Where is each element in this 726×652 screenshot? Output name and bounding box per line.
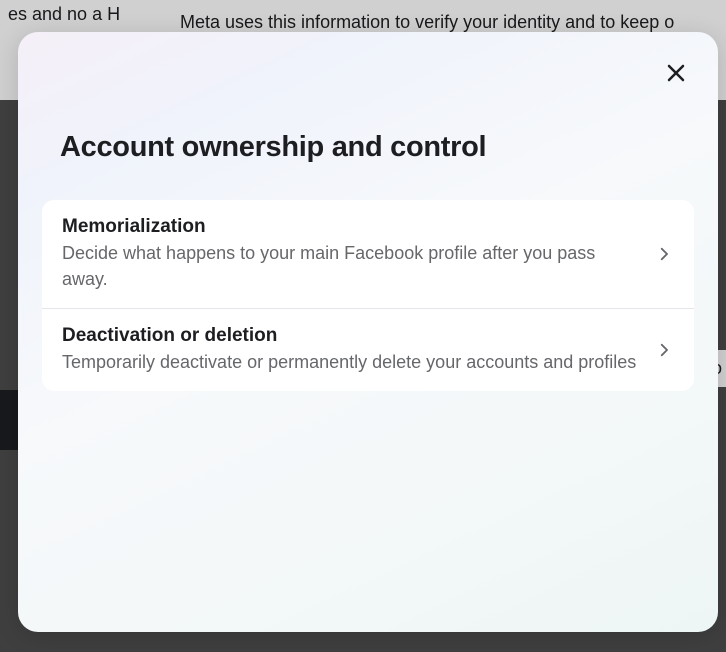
close-icon xyxy=(664,61,688,88)
option-description: Decide what happens to your main Faceboo… xyxy=(62,240,638,292)
close-button[interactable] xyxy=(656,54,696,94)
option-title: Memorialization xyxy=(62,216,638,238)
option-content: Deactivation or deletion Temporarily dea… xyxy=(62,325,654,375)
account-control-modal: Account ownership and control Memorializ… xyxy=(18,32,718,632)
option-deactivation-deletion[interactable]: Deactivation or deletion Temporarily dea… xyxy=(42,309,694,391)
option-description: Temporarily deactivate or permanently de… xyxy=(62,349,638,375)
option-title: Deactivation or deletion xyxy=(62,325,638,347)
options-card: Memorialization Decide what happens to y… xyxy=(42,200,694,391)
modal-title: Account ownership and control xyxy=(60,131,694,164)
option-memorialization[interactable]: Memorialization Decide what happens to y… xyxy=(42,200,694,309)
option-content: Memorialization Decide what happens to y… xyxy=(62,216,654,292)
chevron-right-icon xyxy=(654,340,674,360)
chevron-right-icon xyxy=(654,244,674,264)
